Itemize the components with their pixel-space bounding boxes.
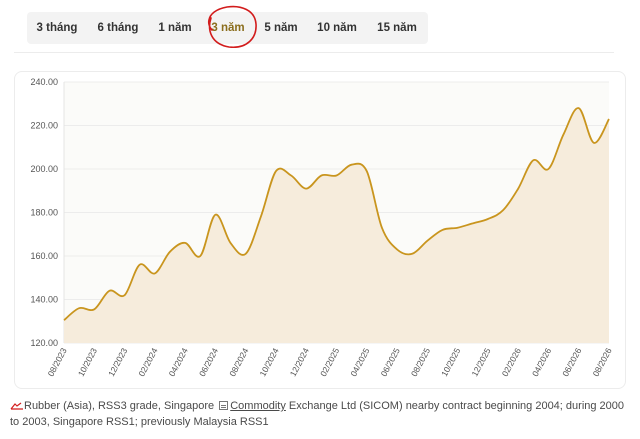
x-tick-label: 06/2026 [560,346,583,378]
x-tick-label: 06/2025 [379,346,402,378]
x-tick-label: 12/2023 [106,346,129,378]
x-tick-label: 02/2026 [500,346,523,378]
x-tick-label: 08/2023 [46,346,69,378]
y-tick-label: 140.00 [30,295,58,305]
x-tick-label: 10/2024 [257,346,280,378]
x-tick-label: 12/2024 [288,346,311,378]
y-tick-label: 220.00 [30,121,58,131]
tab-5-years[interactable]: 5 năm [255,12,307,44]
divider [14,52,614,53]
x-tick-label: 08/2025 [409,346,432,378]
x-tick-label: 10/2025 [439,346,462,378]
x-tick-label: 02/2025 [318,346,341,378]
x-tick-label: 10/2023 [76,346,99,378]
tab-15-years[interactable]: 15 năm [367,12,427,44]
tab-3-months[interactable]: 3 tháng [27,12,87,44]
y-tick-label: 160.00 [30,251,58,261]
y-tick-label: 120.00 [30,338,58,348]
x-tick-label: 12/2025 [469,346,492,378]
y-tick-label: 200.00 [30,164,58,174]
x-tick-label: 08/2024 [227,346,250,378]
rubber-icon [10,402,23,410]
x-tick-label: 04/2024 [167,346,190,378]
commodity-link[interactable]: Commodity [230,400,286,412]
footnote-before: Rubber (Asia), RSS3 grade, Singapore [24,400,215,412]
tab-10-years[interactable]: 10 năm [309,12,365,44]
x-tick-label: 06/2024 [197,346,220,378]
document-icon [219,401,229,410]
tab-6-months[interactable]: 6 tháng [87,12,149,44]
chart-footnote: Rubber (Asia), RSS3 grade, Singapore Com… [10,398,630,430]
timeframe-tabs: 3 tháng 6 tháng 1 năm 3 năm 5 năm 10 năm… [27,12,428,44]
x-tick-label: 04/2025 [348,346,371,378]
x-tick-label: 02/2024 [136,346,159,378]
price-chart: 240.00 220.00 200.00 180.00 160.00 140.00 120.… [14,71,626,389]
y-tick-label: 180.00 [30,208,58,218]
x-tick-label: 04/2026 [530,346,553,378]
tab-3-years[interactable]: 3 năm [203,12,253,44]
tab-1-year[interactable]: 1 năm [149,12,201,44]
y-tick-label: 240.00 [30,77,58,87]
x-tick-label: 08/2026 [591,346,614,378]
chart-canvas: 240.00 220.00 200.00 180.00 160.00 140.00 120.… [30,77,614,378]
